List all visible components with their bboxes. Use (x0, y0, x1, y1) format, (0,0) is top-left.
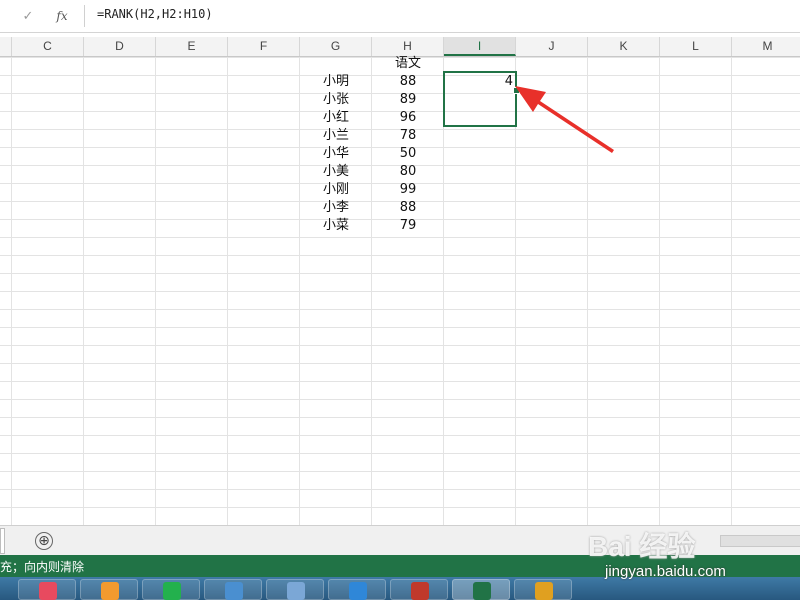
column-header-d[interactable]: D (84, 37, 156, 56)
column-header-h[interactable]: H (372, 37, 444, 56)
excel-icon (473, 582, 491, 600)
taskbar-button[interactable] (328, 579, 386, 600)
cell-name[interactable]: 小明 (300, 73, 372, 91)
formula-bar: ✓ fx =RANK(H2,H2:H10) (0, 0, 800, 33)
column-header-k[interactable]: K (588, 37, 660, 56)
cell-score[interactable]: 96 (372, 109, 444, 127)
check-icon[interactable]: ✓ (20, 6, 36, 26)
formula-bar-divider (84, 5, 85, 27)
cell-score[interactable]: 80 (372, 163, 444, 181)
cell-name[interactable]: 小红 (300, 109, 372, 127)
column-headers: CDEFGHIJKLM (0, 37, 800, 57)
grid-line (227, 57, 228, 525)
cell-name[interactable]: 小美 (300, 163, 372, 181)
cell-score[interactable]: 99 (372, 181, 444, 199)
cell-i2-rank[interactable]: 4 (444, 73, 516, 91)
function-icon[interactable]: fx (52, 6, 72, 26)
monitor-icon (287, 582, 305, 600)
taskbar-button[interactable] (80, 579, 138, 600)
cell-name[interactable]: 小兰 (300, 127, 372, 145)
taskbar-button[interactable] (18, 579, 76, 600)
taskbar-button[interactable] (390, 579, 448, 600)
cell-score[interactable]: 78 (372, 127, 444, 145)
column-header-e[interactable]: E (156, 37, 228, 56)
column-header-c[interactable]: C (12, 37, 84, 56)
cell-score[interactable]: 88 (372, 199, 444, 217)
cell-h1-header[interactable]: 语文 (372, 55, 444, 73)
column-header-i[interactable]: I (444, 37, 516, 56)
taskbar-button[interactable] (142, 579, 200, 600)
pinwheel-app-icon (39, 582, 57, 600)
internet-explorer-icon (349, 582, 367, 600)
sheet-tab[interactable] (0, 528, 5, 554)
cell-name[interactable]: 小菜 (300, 217, 372, 235)
grid-line (587, 57, 588, 525)
status-text: 充；向内则清除 (0, 560, 85, 574)
cell-name[interactable]: 小刚 (300, 181, 372, 199)
cell-score[interactable]: 50 (372, 145, 444, 163)
column-header-j[interactable]: J (516, 37, 588, 56)
cell-score[interactable]: 89 (372, 91, 444, 109)
flame-app-icon (101, 582, 119, 600)
column-header-f[interactable]: F (228, 37, 300, 56)
watermark-url: jingyan.baidu.com (605, 563, 726, 580)
column-header-g[interactable]: G (300, 37, 372, 56)
column-header-l[interactable]: L (660, 37, 732, 56)
cell-score[interactable]: 88 (372, 73, 444, 91)
taskbar-button[interactable] (266, 579, 324, 600)
taskbar-button[interactable] (204, 579, 262, 600)
grid-line (515, 57, 516, 525)
horizontal-scrollbar[interactable] (720, 535, 800, 547)
windows-taskbar (0, 577, 800, 600)
taskbar-button[interactable] (514, 579, 572, 600)
game-icon (411, 582, 429, 600)
cell-name[interactable]: 小华 (300, 145, 372, 163)
iqiyi-icon (163, 582, 181, 600)
baidu-jingyan-logo: Bai 经验 (588, 531, 696, 562)
formula-input[interactable]: =RANK(H2,H2:H10) (97, 7, 213, 21)
grid-line (731, 57, 732, 525)
add-sheet-button[interactable]: ⊕ (35, 532, 53, 550)
grid-line (659, 57, 660, 525)
cell-name[interactable]: 小李 (300, 199, 372, 217)
film-icon (225, 582, 243, 600)
grid-line (155, 57, 156, 525)
cell-name[interactable]: 小张 (300, 91, 372, 109)
column-header-m[interactable]: M (732, 37, 800, 56)
row-header-strip (0, 37, 12, 56)
taskbar-button[interactable] (452, 579, 510, 600)
cell-score[interactable]: 79 (372, 217, 444, 235)
grid-line (83, 57, 84, 525)
grid-line (11, 57, 12, 525)
bird-app-icon (535, 582, 553, 600)
